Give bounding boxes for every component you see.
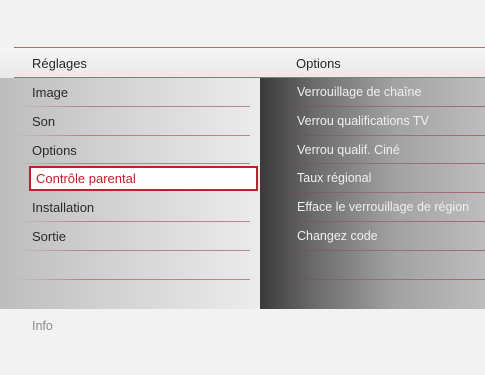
tv-settings-screen: Réglages Options Image Son Options Contr…	[0, 0, 485, 375]
menu-item-sortie[interactable]: Sortie	[0, 222, 260, 251]
option-item-verrou-qualifications-tv[interactable]: Verrou qualifications TV	[260, 107, 485, 136]
option-item-label: Verrouillage de chaîne	[297, 85, 422, 99]
option-item-empty	[260, 280, 485, 309]
option-item-label: Verrou qualifications TV	[297, 113, 429, 128]
option-item-label: Taux régional	[297, 171, 372, 186]
menu-item-label: Image	[32, 85, 69, 100]
menu-item-son[interactable]: Son	[0, 107, 260, 136]
option-item-verrou-qualif-cine[interactable]: Verrou qualif. Ciné	[260, 136, 485, 165]
menu-item-controle-parental[interactable]: Contrôle parental	[0, 164, 260, 193]
menu-item-empty	[0, 280, 260, 309]
menu-item-label: Contrôle parental	[36, 171, 136, 187]
options-title: Options	[296, 56, 341, 71]
option-item-label: Verrou qualif. Ciné	[297, 142, 400, 157]
settings-title: Réglages	[32, 56, 87, 71]
menu-item-label: Sortie	[32, 228, 66, 244]
option-item-label: Changez code	[297, 228, 378, 243]
menu-item-label: Installation	[32, 200, 95, 216]
menu-item-image[interactable]: Image	[0, 78, 260, 107]
option-item-label: Efface le verrouillage de région	[297, 200, 470, 215]
top-band	[0, 0, 485, 48]
settings-menu-list: Image Son Options Contrôle parental Inst…	[0, 78, 260, 308]
option-item-efface-verrouillage-region[interactable]: Efface le verrouillage de région	[260, 193, 485, 222]
menu-item-installation[interactable]: Installation	[0, 193, 260, 222]
menu-item-empty	[0, 251, 260, 280]
menu-header: Réglages Options	[0, 48, 485, 78]
menu-item-label: Options	[32, 142, 77, 158]
menu-item-options[interactable]: Options	[0, 136, 260, 165]
option-item-changez-code[interactable]: Changez code	[260, 222, 485, 251]
options-menu-list: Verrouillage de chaîne Verrou qualificat…	[260, 78, 485, 308]
menu-item-label: Son	[32, 113, 56, 129]
info-footer: Info	[0, 309, 485, 375]
info-label: Info	[32, 319, 53, 333]
option-item-taux-regional[interactable]: Taux régional	[260, 164, 485, 194]
option-item-empty	[260, 251, 485, 280]
option-item-verrouillage-chaine[interactable]: Verrouillage de chaîne	[260, 78, 485, 107]
